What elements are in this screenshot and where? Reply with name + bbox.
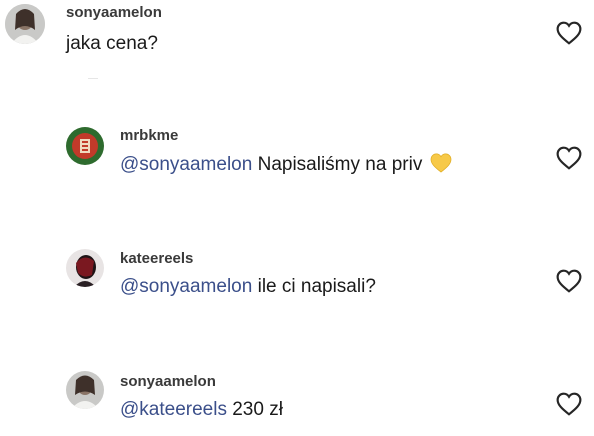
comment-text: @sonyaamelon Napisaliśmy na priv	[120, 153, 452, 176]
avatar[interactable]	[66, 127, 104, 165]
divider	[88, 78, 98, 79]
mention-link[interactable]: @sonyaamelon	[120, 276, 252, 297]
comment-body: ile ci napisali?	[257, 276, 376, 297]
yellow-heart-emoji	[430, 153, 452, 173]
avatar[interactable]	[5, 4, 45, 44]
comment-username[interactable]: sonyaamelon	[66, 4, 162, 21]
heart-outline-icon[interactable]	[556, 146, 582, 170]
comment-body: Napisaliśmy na priv	[257, 154, 423, 175]
heart-outline-icon[interactable]	[556, 21, 582, 45]
comment-username[interactable]: kateereels	[120, 250, 193, 267]
comment-text: @sonyaamelon ile ci napisali?	[120, 276, 376, 298]
comment-item: sonyaamelon jaka cena?	[0, 0, 594, 80]
heart-outline-icon[interactable]	[556, 392, 582, 416]
comment-reply: sonyaamelon @kateereels 230 zł	[0, 366, 594, 436]
comment-username[interactable]: sonyaamelon	[120, 373, 216, 390]
heart-outline-icon[interactable]	[556, 269, 582, 293]
comment-text: jaka cena?	[66, 33, 158, 54]
comment-username[interactable]: mrbkme	[120, 127, 178, 144]
comment-reply: mrbkme @sonyaamelon Napisaliśmy na priv	[0, 120, 594, 190]
avatar[interactable]	[66, 249, 104, 287]
avatar[interactable]	[66, 371, 104, 409]
comment-reply: kateereels @sonyaamelon ile ci napisali?	[0, 245, 594, 315]
comment-body: 230 zł	[232, 399, 283, 420]
mention-link[interactable]: @kateereels	[120, 399, 227, 420]
comment-text: @kateereels 230 zł	[120, 399, 283, 421]
mention-link[interactable]: @sonyaamelon	[120, 154, 252, 175]
